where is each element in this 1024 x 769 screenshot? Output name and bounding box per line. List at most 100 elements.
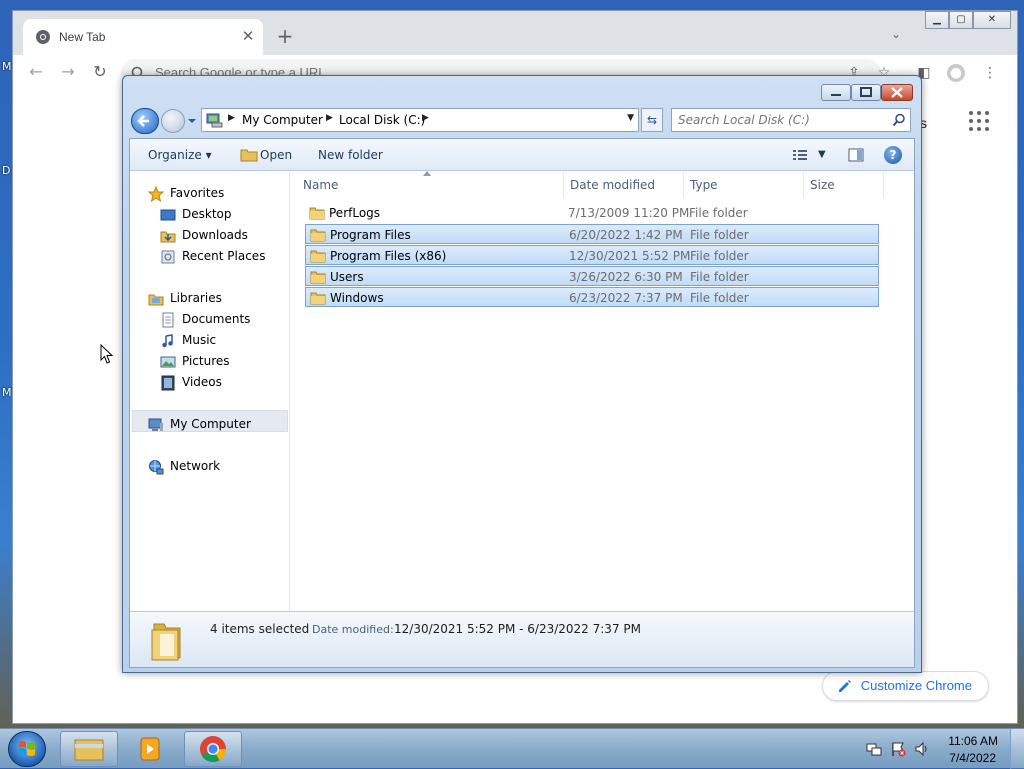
computer-drive-icon <box>206 113 223 128</box>
details-date-modified-value: 12/30/2021 5:52 PM - 6/23/2022 7:37 PM <box>394 622 641 636</box>
action-center-flag-icon[interactable] <box>890 741 906 757</box>
nav-label: Libraries <box>170 291 222 305</box>
file-date-modified: 6/23/2022 7:37 PM <box>569 291 683 305</box>
search-input[interactable] <box>678 113 878 127</box>
menu-kebab-icon[interactable]: ⋮ <box>981 64 999 82</box>
file-date-modified: 6/20/2022 1:42 PM <box>569 228 683 242</box>
mouse-cursor-icon <box>100 344 114 364</box>
nav-label: Videos <box>182 375 222 389</box>
back-arrow-icon[interactable]: ← <box>25 61 47 83</box>
nav-label: Network <box>170 459 221 473</box>
file-name: Windows <box>330 291 384 305</box>
tab-close-icon[interactable]: ✕ <box>239 27 257 45</box>
network-tray-icon[interactable] <box>866 741 882 757</box>
explorer-close-button[interactable] <box>881 84 913 101</box>
recent-pages-chevron-icon[interactable] <box>187 116 197 126</box>
file-row[interactable]: Users 3/26/2022 6:30 PM File folder <box>305 266 879 286</box>
file-name: Program Files (x86) <box>330 249 447 263</box>
address-bar[interactable]: ▶ My Computer ▶ Local Disk (C:) ▶ ▼ <box>201 108 639 132</box>
nav-label: Music <box>182 333 217 347</box>
refresh-icon[interactable]: ⇆ <box>641 108 663 132</box>
forward-arrow-icon[interactable]: → <box>57 61 79 83</box>
profile-avatar-icon[interactable]: ● <box>947 64 965 82</box>
show-desktop-button[interactable] <box>1010 729 1024 769</box>
details-date-modified-label: Date modified: <box>312 623 394 636</box>
breadcrumb-my-computer[interactable]: My Computer <box>242 113 323 127</box>
view-dropdown-icon[interactable]: ▼ <box>818 149 826 160</box>
address-dropdown-icon[interactable]: ▼ <box>627 113 634 123</box>
file-row[interactable]: Program Files (x86) 12/30/2021 5:52 PM Fil… <box>305 245 879 265</box>
apps-grid-icon[interactable] <box>969 111 989 131</box>
breadcrumb-local-disk[interactable]: Local Disk (C:) <box>339 113 425 127</box>
media-player-icon <box>140 737 160 761</box>
organize-button[interactable]: Organize ▾ <box>148 148 212 162</box>
help-icon[interactable]: ? <box>884 146 902 164</box>
chrome-tab[interactable]: New Tab ✕ <box>23 19 263 55</box>
volume-icon[interactable] <box>914 741 930 757</box>
chrome-minimize-button[interactable]: ▁ <box>925 11 949 29</box>
chrome-maximize-button[interactable]: ▢ <box>949 11 973 29</box>
new-folder-button[interactable]: New folder <box>318 148 383 162</box>
file-row[interactable]: PerfLogs 7/13/2009 11:20 PM File folder <box>305 203 879 223</box>
search-box[interactable] <box>671 108 911 132</box>
desktop-icon <box>160 209 176 221</box>
folder-icon <box>310 250 326 263</box>
breadcrumb-arrow-icon[interactable]: ▶ <box>228 113 235 123</box>
folder-icon <box>310 292 326 305</box>
file-name: PerfLogs <box>329 206 381 220</box>
search-icon[interactable] <box>892 113 906 127</box>
organize-label: Organize <box>148 148 202 162</box>
explorer-folder-icon <box>74 739 104 761</box>
explorer-window: ▶ My Computer ▶ Local Disk (C:) ▶ ▼ ⇆ Or… <box>122 75 922 673</box>
taskbar-explorer-button[interactable] <box>60 731 118 767</box>
file-type: File folder <box>689 206 748 220</box>
new-tab-button[interactable]: + <box>273 25 297 49</box>
explorer-maximize-button[interactable] <box>851 84 881 101</box>
file-row[interactable]: Program Files 6/20/2022 1:42 PM File folde… <box>305 224 879 244</box>
forward-button[interactable] <box>161 109 185 133</box>
nav-label: Recent Places <box>182 249 266 263</box>
tab-search-chevron-icon[interactable]: ⌄ <box>891 27 901 41</box>
reload-icon[interactable]: ↻ <box>89 61 111 83</box>
breadcrumb-arrow-icon[interactable]: ▶ <box>422 113 429 123</box>
view-options-icon[interactable] <box>792 147 808 163</box>
selection-count: 4 items selected <box>210 622 310 636</box>
customize-chrome-button[interactable]: Customize Chrome <box>821 671 989 701</box>
column-header-type[interactable]: Type <box>684 172 804 198</box>
file-row[interactable]: Windows 6/23/2022 7:37 PM File folder <box>305 287 879 307</box>
taskbar-chrome-button[interactable] <box>184 731 242 767</box>
nav-label: Downloads <box>182 228 248 242</box>
chrome-close-button[interactable]: ✕ <box>973 11 1011 29</box>
music-icon <box>162 334 173 348</box>
pictures-icon <box>160 356 176 368</box>
tab-title: New Tab <box>59 30 106 44</box>
taskbar-media-player-button[interactable] <box>122 731 180 767</box>
explorer-minimize-button[interactable] <box>821 84 851 101</box>
column-header-label: Name <box>303 178 339 192</box>
chrome-logo-icon <box>200 736 227 763</box>
folder-icon <box>309 207 325 220</box>
file-list-pane: Name Date modified Type Size PerfLogs 7/1… <box>291 171 914 612</box>
desktop-icon-label: D <box>2 164 11 177</box>
computer-icon <box>148 418 163 431</box>
column-header-date-modified[interactable]: Date modified <box>564 172 684 198</box>
back-arrow-icon <box>137 115 149 127</box>
clock-date[interactable]: 7/4/2022 <box>949 751 996 765</box>
column-header-name[interactable]: Name <box>297 171 564 198</box>
column-header-size[interactable]: Size <box>804 172 884 198</box>
column-header-label: Type <box>690 178 718 192</box>
file-date-modified: 12/30/2021 5:52 PM <box>569 249 691 263</box>
folder-stack-icon <box>151 623 181 661</box>
folder-icon <box>310 271 326 284</box>
open-folder-icon <box>240 149 258 162</box>
customize-chrome-label: Customize Chrome <box>860 678 972 693</box>
start-button[interactable] <box>8 731 46 767</box>
back-button[interactable] <box>131 108 159 134</box>
desktop-icon-label: M <box>2 386 12 399</box>
open-button[interactable]: Open <box>260 148 292 162</box>
breadcrumb-arrow-icon[interactable]: ▶ <box>326 113 333 123</box>
chrome-tab-strip: New Tab ✕ + ⌄ ▁ ▢ ✕ <box>13 11 1017 55</box>
preview-pane-icon[interactable] <box>848 147 864 163</box>
clock-time[interactable]: 11:06 AM <box>948 734 998 748</box>
star-icon <box>148 186 164 202</box>
